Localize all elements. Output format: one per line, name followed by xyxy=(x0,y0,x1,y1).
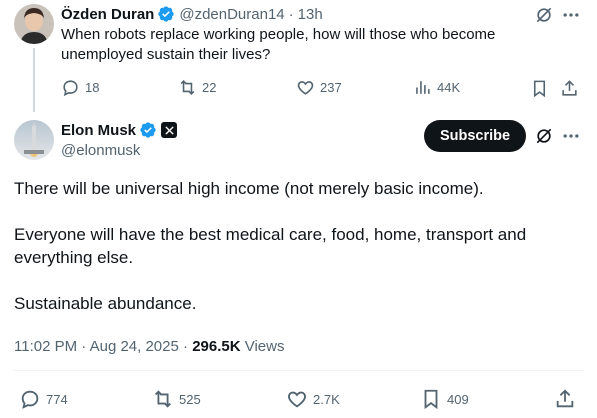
bookmark-button[interactable]: 409 xyxy=(420,388,469,410)
bookmark-icon[interactable] xyxy=(529,78,549,98)
verified-badge-icon xyxy=(157,5,175,23)
views-label: Views xyxy=(244,338,285,355)
bookmark-icon xyxy=(424,389,438,410)
heart-icon xyxy=(297,81,314,95)
post-paragraph: Sustainable abundance. xyxy=(14,294,197,313)
like-button[interactable]: 2.7K xyxy=(286,388,340,410)
analytics-icon xyxy=(416,81,430,94)
post-timestamp[interactable]: 11:02 PM · Aug 24, 2025 xyxy=(14,338,179,355)
reply-button[interactable]: 774 xyxy=(19,388,68,410)
like-button[interactable]: 237 xyxy=(296,78,342,97)
subscribe-button[interactable]: Subscribe xyxy=(424,120,526,152)
grok-icon[interactable] xyxy=(533,4,555,26)
more-options-icon[interactable] xyxy=(560,4,582,26)
share-icon[interactable] xyxy=(553,387,577,411)
post-paragraph: Everyone will have the best medical care… xyxy=(14,225,527,267)
repost-button[interactable]: 525 xyxy=(152,388,201,410)
heart-icon xyxy=(288,391,306,408)
main-post-text: There will be universal high income (not… xyxy=(14,177,579,338)
grok-icon[interactable] xyxy=(533,125,555,147)
repost-count: 22 xyxy=(202,80,217,95)
repost-button[interactable]: 22 xyxy=(178,78,216,97)
reply-count: 774 xyxy=(46,391,68,407)
verified-badge-icon xyxy=(139,121,157,139)
share-icon[interactable] xyxy=(559,78,579,98)
meta-separator: · xyxy=(183,338,189,355)
quoted-post-text: When robots replace working people, how … xyxy=(61,26,496,63)
separator: · xyxy=(288,5,294,23)
reply-count: 18 xyxy=(85,80,100,95)
x-affiliate-icon xyxy=(161,122,178,138)
like-count: 2.7K xyxy=(313,391,340,407)
quoted-post-header: Özden Duran @zdenDuran14 · 13h xyxy=(61,5,323,23)
reply-icon xyxy=(21,390,39,409)
author-handle[interactable]: @elonmusk xyxy=(61,142,140,159)
post-time[interactable]: 13h xyxy=(298,6,323,23)
like-count: 237 xyxy=(320,80,342,95)
post-paragraph: There will be universal high income (not… xyxy=(14,179,484,198)
repost-icon xyxy=(180,80,195,95)
author-name[interactable]: Elon Musk xyxy=(61,122,136,139)
reply-button[interactable]: 18 xyxy=(61,78,99,97)
views-count: 296.5K xyxy=(192,338,241,355)
repost-count: 525 xyxy=(179,391,201,407)
reply-icon xyxy=(63,80,78,97)
views-count: 44K xyxy=(437,80,461,95)
views-button[interactable]: 44K xyxy=(413,78,460,97)
avatar-ozden[interactable] xyxy=(14,4,54,44)
divider xyxy=(14,370,584,371)
avatar-elon[interactable] xyxy=(14,120,54,160)
post-meta: 11:02 PM · Aug 24, 2025 · 296.5K Views xyxy=(14,338,284,355)
author-name[interactable]: Özden Duran xyxy=(61,6,154,23)
main-post-header: Elon Musk xyxy=(61,120,178,140)
more-options-icon[interactable] xyxy=(560,125,582,147)
thread-line xyxy=(33,48,35,112)
author-handle[interactable]: @zdenDuran14 xyxy=(179,6,284,23)
repost-icon xyxy=(155,390,171,408)
bookmark-count: 409 xyxy=(447,391,469,407)
